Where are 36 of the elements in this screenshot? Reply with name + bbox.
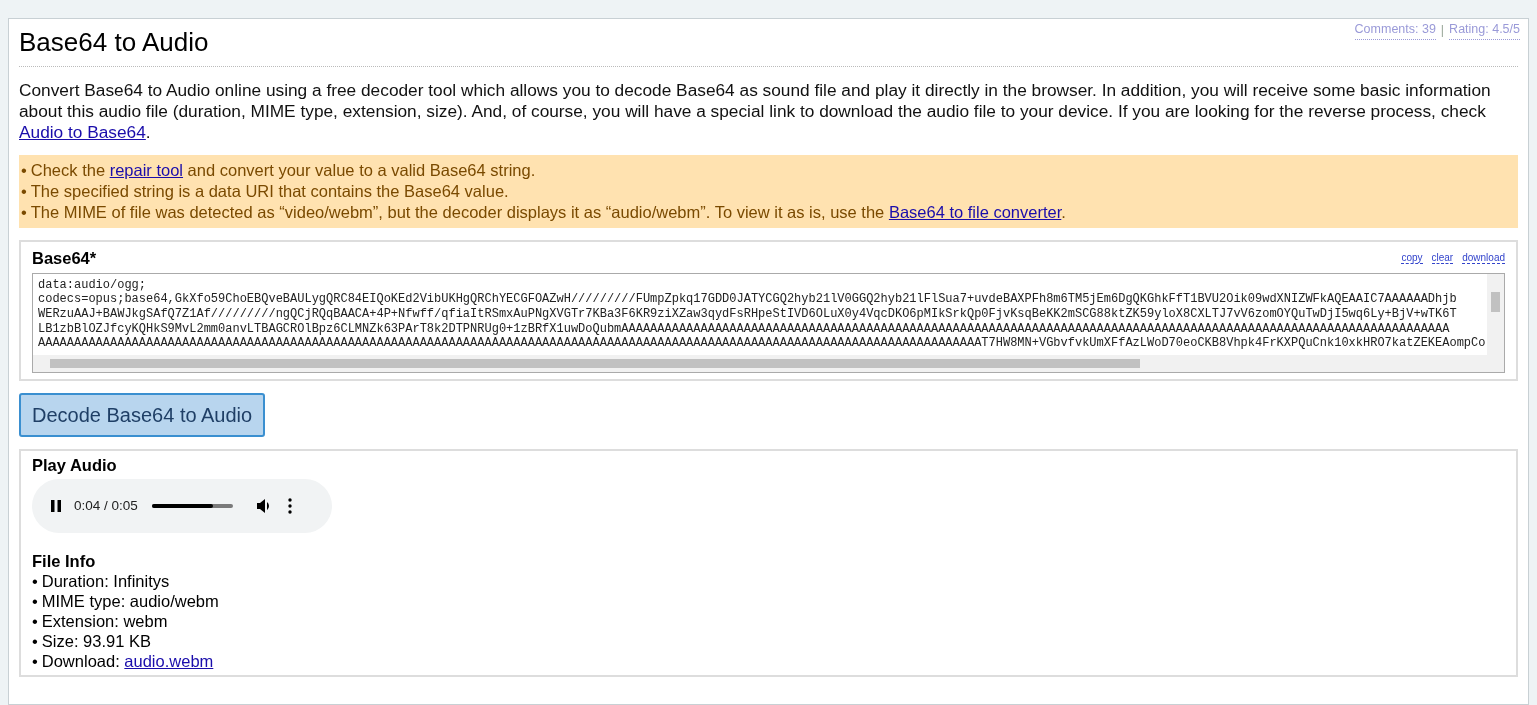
bullet: •	[32, 570, 38, 591]
time-text: 0:04 / 0:05	[74, 496, 138, 515]
separator-text: |	[1440, 21, 1445, 39]
info-text: Duration: Infinitys	[41, 570, 170, 591]
bullet: •	[32, 650, 38, 671]
decode-button[interactable]: Decode Base64 to Audio	[19, 392, 266, 437]
info-text: Download: audio.webm	[41, 650, 214, 671]
info-text: Extension: webm	[41, 610, 168, 631]
text-line: WERzuAAJ+BAWJkgSAfQ7Z1Af/////////ngQCjRQqBAACA+4P+Nfwff/qfiaItRSmxAuPNgXVGTr7KBa3F6KR9ziXZaw3qydFsRHpeStIVD6OLuX0y4VqcDKO6pMIkSrkQp0FjvKsqBeKK2mSCG88ktZK59yloX8CXLTJ7vV6zomOYQuTwDjI5wq6Ly+BjV+wTK6T	[38, 306, 1457, 321]
action-link[interactable]: copy	[1401, 252, 1423, 265]
action-link[interactable]: download	[1462, 252, 1505, 265]
info-text: MIME type: audio/webm	[41, 590, 219, 611]
field-label: Base64*	[32, 248, 97, 269]
action-link[interactable]: clear	[1431, 252, 1454, 265]
notice-link[interactable]: Base64 to file converter	[888, 203, 1062, 221]
notice-text: The MIME of file was detected as “video/webm”, but the decoder displays it as “audio/webm”. To view it as is, use the Base64 to file converter.	[30, 202, 1066, 223]
section-title: File Info	[32, 550, 97, 571]
bullet: •	[21, 181, 27, 202]
reverse-link[interactable]: Audio to Base64	[19, 122, 146, 142]
text-line: codecs=opus;base64,GkXfo59ChoEBQveBAULygQRC84EIQoKEd2VibUKHgQRChYECGFOAZwH/////////FUmpZpkq17GDD0JATYCGQ2hyb21lV0GGQ2hyb21lFlSua7+uvdeBAXPFh8m6TM5jEm6DgQKGhkFfT1BVU2Oik09wdXNIZWFkAQEAAIC7AAAAAADhjb	[38, 292, 1457, 307]
notice-text: Check the repair tool and convert your value to a valid Base64 string.	[30, 160, 536, 181]
bullet: •	[32, 630, 38, 651]
bullet: •	[21, 160, 27, 181]
section-title: Play Audio	[32, 454, 118, 475]
intro-paragraph: Convert Base64 to Audio online using a free decoder tool which allows you to decode Base64 as sound file and play it directly in the browser. In addition, you will receive some basic information about this audio file (duration, MIME type, extension, size). And, of course, you will have a special link to download the audio file to your device. If you are looking for the reverse process, check Audio to Base64.	[19, 80, 1492, 143]
bullet: •	[32, 610, 38, 631]
text-line: data:audio/ogg;	[38, 277, 147, 292]
notice-link[interactable]: repair tool	[109, 161, 184, 179]
bullet: •	[21, 202, 27, 223]
bullet: •	[32, 590, 38, 611]
text-line: AAAAAAAAAAAAAAAAAAAAAAAAAAAAAAAAAAAAAAAAAAAAAAAAAAAAAAAAAAAAAAAAAAAAAAAAAAAAAAAAAAAAAAAAAAAAAAAAAAAAAAAAAAAAAAAAAAAAAAAAAAAAAAAAAAAT7HW8MN+VGbvfvkUmXFfAzLWoD70eoCKB8Vhpk4FrKXPQuCnk10xkHRO7katZEKEAompCo	[38, 336, 1486, 351]
audio-player[interactable]: 0:04 / 0:05	[32, 478, 332, 533]
notice-text: The specified string is a data URI that contains the Base64 value.	[30, 181, 509, 202]
text-line: LB1zbBlOZJfcyKQHkS9MvL2mm0anvLTBAGCROlBpz6CLMNZk63PArT8k2DTPNRUg0+1zBRfX1uwDoQubmAAAAAAAAAAAAAAAAAAAAAAAAAAAAAAAAAAAAAAAAAAAAAAAAAAAAAAAAAAAAAAAAAAAAAAAAAAAAAAAAAAAAAAAAAAAAAAAAAAAAAAAAAAAAAAAAAAA	[38, 321, 1450, 336]
info-text: Size: 93.91 KB	[41, 630, 151, 651]
file-link[interactable]: audio.webm	[124, 651, 214, 670]
